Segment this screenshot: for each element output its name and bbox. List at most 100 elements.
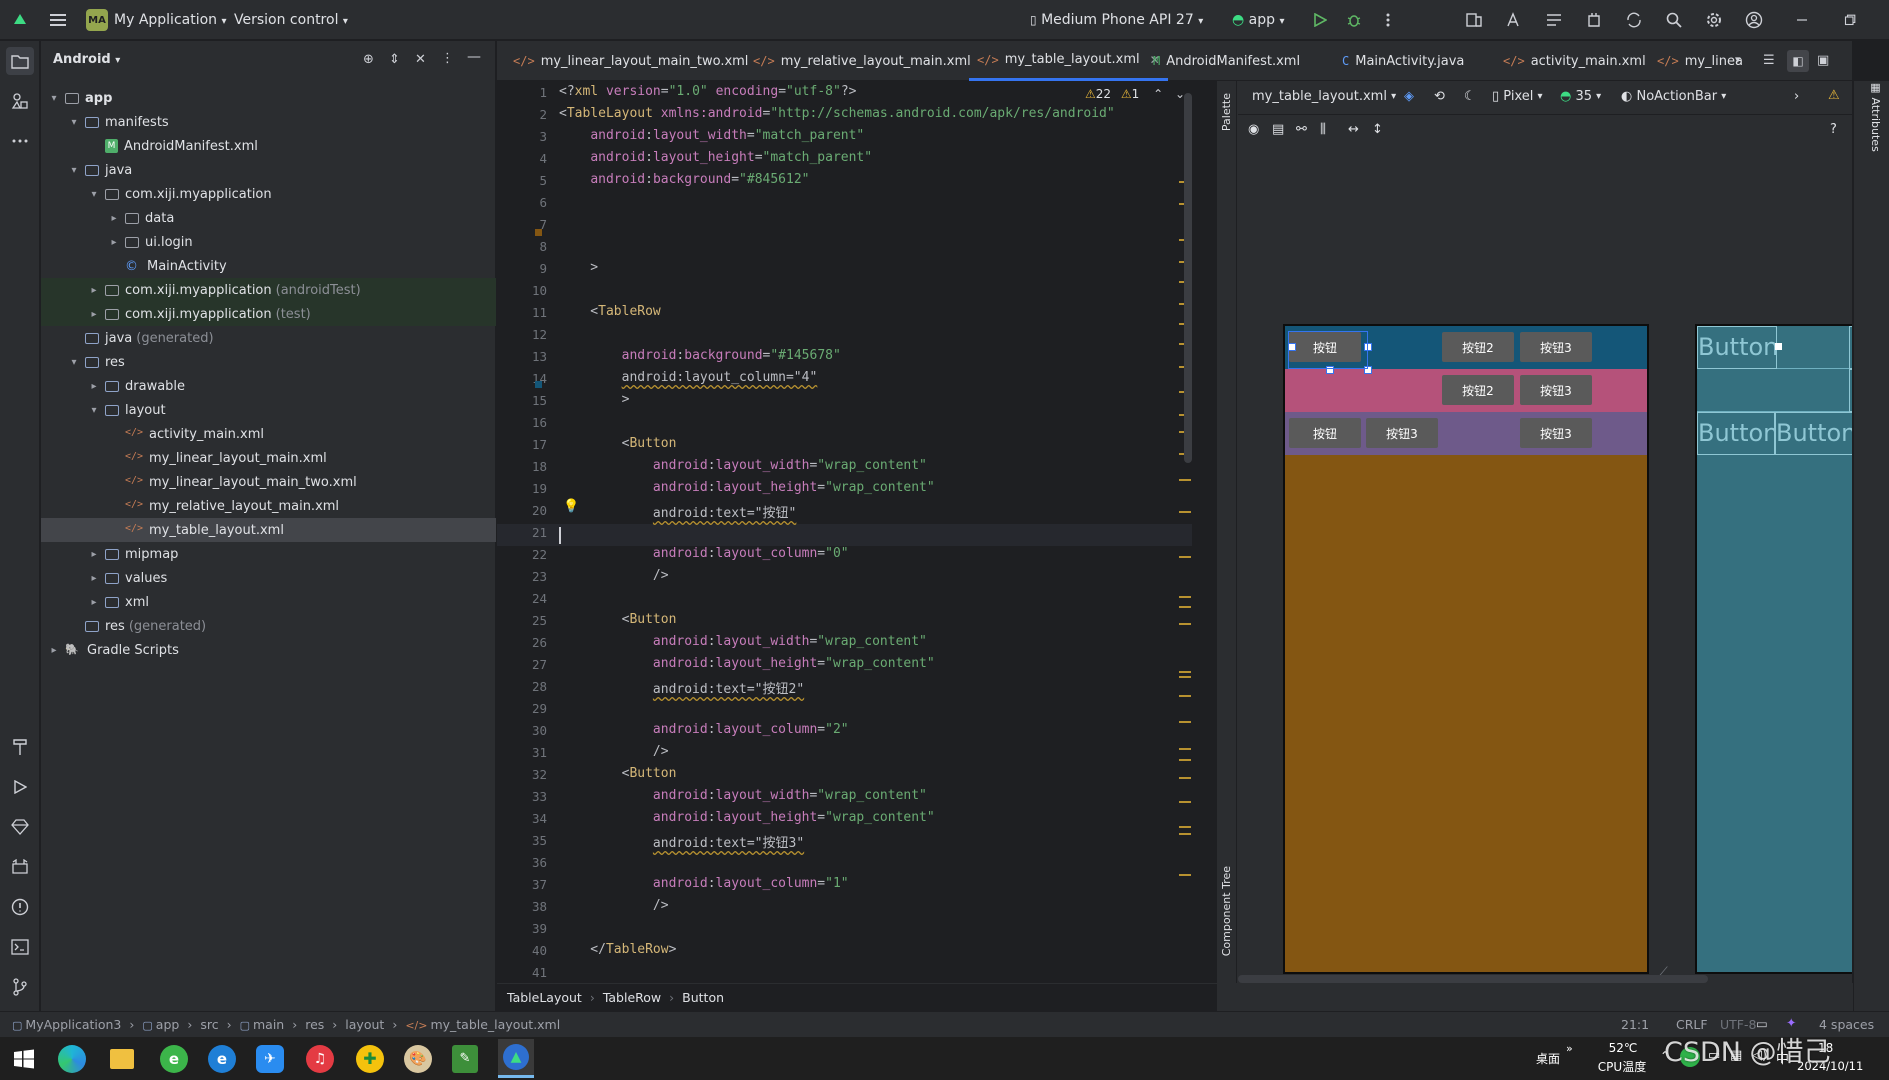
warning-marker[interactable] xyxy=(1179,748,1191,750)
ai-assistant-icon[interactable]: ✦ xyxy=(1786,1015,1796,1030)
breadcrumb-item[interactable]: Button xyxy=(682,990,724,1005)
code-line[interactable]: android:layout_height="match_parent" xyxy=(559,150,872,165)
chevron-down-icon[interactable]: ▾ xyxy=(47,93,61,104)
design-surface-icon[interactable]: ◈ xyxy=(1404,89,1414,104)
warning-marker[interactable] xyxy=(1179,556,1191,558)
caret-position[interactable]: 21:1 xyxy=(1621,1017,1649,1032)
code-line[interactable]: android:layout_height="wrap_content" xyxy=(559,656,935,671)
tree-item[interactable]: ▸ 🐘 Gradle Scripts xyxy=(41,638,496,662)
blueprint-button[interactable]: B xyxy=(1849,369,1852,412)
chevron-down-icon[interactable]: ▾ xyxy=(87,405,101,416)
blueprint-preview[interactable]: ButtonBBButtonButton xyxy=(1695,324,1852,974)
taskbar-active-app[interactable]: ▲ xyxy=(498,1039,534,1078)
netease-music-icon[interactable]: ♫ xyxy=(306,1045,334,1073)
warning-marker[interactable] xyxy=(1179,511,1191,513)
preview-button[interactable]: 按钮3 xyxy=(1366,418,1438,448)
tree-item[interactable]: ▾ com.xiji.myapplication xyxy=(41,182,496,206)
terminal-icon[interactable] xyxy=(6,933,34,961)
ie-browser-icon[interactable]: e xyxy=(208,1045,236,1073)
help-icon[interactable]: ? xyxy=(1830,122,1837,137)
code-line[interactable]: > xyxy=(559,260,598,275)
warning-marker[interactable] xyxy=(1179,479,1191,481)
tree-item[interactable]: © MainActivity xyxy=(41,254,496,278)
status-path-item[interactable]: MyApplication3 xyxy=(25,1017,121,1032)
editor-tab[interactable]: </> my_linear_layout_main_two.xml xyxy=(505,41,756,81)
blueprint-button[interactable]: Button xyxy=(1697,412,1775,455)
project-view-dropdown[interactable]: Android ▾ xyxy=(53,52,120,67)
view-options-icon[interactable]: ◉ xyxy=(1248,122,1259,137)
editor-tab[interactable]: </> my_table_layout.xml ✕ xyxy=(969,41,1168,81)
status-path-item[interactable]: app xyxy=(156,1017,180,1032)
project-tool-icon[interactable] xyxy=(6,47,34,75)
code-line[interactable]: <Button xyxy=(559,436,677,451)
app-quality-icon[interactable] xyxy=(6,813,34,841)
editor-tab[interactable]: </> my_relative_layout_main.xml xyxy=(745,41,979,81)
canvas-h-scrollbar[interactable] xyxy=(1238,975,1708,983)
chevron-right-icon[interactable]: ▸ xyxy=(47,645,61,656)
device-dropdown[interactable]: ▯ Pixel ▾ xyxy=(1492,89,1543,104)
preview-button[interactable]: 按钮 xyxy=(1289,418,1361,448)
editor-tab[interactable]: </> activity_main.xml xyxy=(1495,41,1654,81)
breadcrumb-item[interactable]: TableLayout xyxy=(507,990,582,1005)
code-line[interactable]: /> xyxy=(559,898,669,913)
minimize-icon[interactable] xyxy=(1788,6,1816,34)
chevron-right-icon[interactable]: ▸ xyxy=(87,549,101,560)
resource-manager-icon[interactable] xyxy=(6,87,34,115)
translate-icon[interactable] xyxy=(1500,6,1528,34)
chevron-right-icon[interactable]: › xyxy=(1794,89,1799,104)
warning-marker[interactable] xyxy=(1179,671,1191,673)
editor-tab[interactable]: </> my_linear xyxy=(1649,41,1742,81)
problems-icon[interactable] xyxy=(6,893,34,921)
warning-icon[interactable]: ⚠ xyxy=(1828,88,1840,103)
breadcrumb-item[interactable]: TableRow xyxy=(603,990,661,1005)
plus-app-icon[interactable]: ✚ xyxy=(356,1045,384,1073)
preview-table-row[interactable]: 按钮2 按钮3 xyxy=(1285,369,1647,412)
warning-marker[interactable] xyxy=(1179,777,1191,779)
preview-button[interactable]: 按钮2 xyxy=(1442,332,1514,362)
code-line[interactable]: android:layout_width="match_parent" xyxy=(559,128,864,143)
project-badge[interactable]: MA xyxy=(86,9,108,31)
design-canvas[interactable]: 按钮按钮2按钮3按钮2按钮3按钮按钮3按钮3 ⟋ ButtonBBButtonB… xyxy=(1238,147,1852,983)
color-swatch-row-bg[interactable] xyxy=(535,381,542,388)
notepad-icon[interactable]: ✎ xyxy=(452,1045,478,1073)
status-path-item[interactable]: res xyxy=(305,1017,324,1032)
chevron-right-icon[interactable]: ▸ xyxy=(87,309,101,320)
locate-file-icon[interactable]: ⊕ xyxy=(363,52,374,67)
tree-item[interactable]: res (generated) xyxy=(41,614,496,638)
code-line[interactable]: android:layout_column="0" xyxy=(559,546,849,561)
theme-dropdown[interactable]: ◐ NoActionBar ▾ xyxy=(1621,89,1726,104)
code-line[interactable]: android:layout_column="2" xyxy=(559,722,849,737)
tree-item[interactable]: </> my_linear_layout_main_two.xml xyxy=(41,470,496,494)
tree-item[interactable]: ▸ values xyxy=(41,566,496,590)
editor-tab[interactable]: C MainActivity.java xyxy=(1334,41,1472,81)
tree-item[interactable]: ▸ mipmap xyxy=(41,542,496,566)
design-view-icon[interactable]: ▣ xyxy=(1817,53,1829,68)
code-line[interactable]: android:layout_width="wrap_content" xyxy=(559,788,927,803)
tree-item[interactable]: ▸ drawable xyxy=(41,374,496,398)
code-line[interactable]: <TableRow xyxy=(559,304,660,319)
warning-marker[interactable] xyxy=(1179,801,1191,803)
search-icon[interactable] xyxy=(1660,6,1688,34)
chevron-right-icon[interactable]: » xyxy=(1566,1042,1573,1055)
selection-handle[interactable] xyxy=(1775,343,1782,350)
build-icon[interactable] xyxy=(6,733,34,761)
warning-marker[interactable] xyxy=(1179,826,1191,828)
edge-browser-icon[interactable] xyxy=(58,1045,86,1073)
preview-button[interactable]: 按钮3 xyxy=(1520,375,1592,405)
chevron-right-icon[interactable]: ▸ xyxy=(87,381,101,392)
editor-scrollbar[interactable] xyxy=(1184,93,1192,463)
sdk-manager-icon[interactable] xyxy=(1460,6,1488,34)
chevron-down-icon[interactable]: ▾ xyxy=(67,117,81,128)
blueprint-icon[interactable]: ▤ xyxy=(1272,122,1284,137)
lightbulb-icon[interactable]: 💡 xyxy=(563,499,579,514)
360-browser-icon[interactable]: e xyxy=(160,1045,188,1073)
sync-icon[interactable] xyxy=(1620,6,1648,34)
debug-icon[interactable] xyxy=(1340,6,1368,34)
tabs-dropdown-icon[interactable]: ▾ xyxy=(1735,53,1741,66)
editor-tab[interactable]: M AndroidManifest.xml xyxy=(1145,41,1308,81)
code-line[interactable]: /> xyxy=(559,568,669,583)
preview-button[interactable]: 按钮3 xyxy=(1520,418,1592,448)
blueprint-button[interactable]: Button xyxy=(1697,326,1777,369)
tree-item[interactable]: ▾ layout xyxy=(41,398,496,422)
blueprint-button[interactable]: Button xyxy=(1775,412,1852,455)
